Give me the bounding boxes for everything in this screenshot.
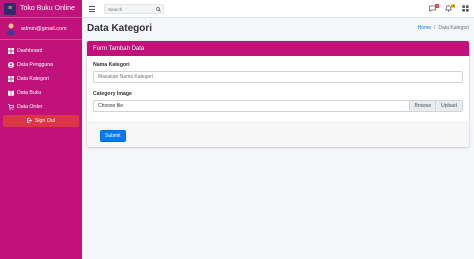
search-icon[interactable] xyxy=(154,5,162,13)
user-panel[interactable]: admin@gmail.com xyxy=(0,18,82,40)
submit-button[interactable]: Submit xyxy=(100,130,126,142)
card-title: Form Tambah Data xyxy=(87,41,469,56)
image-label: Category Image xyxy=(93,91,132,97)
sidebar-item-data-pengguna[interactable]: Data Pengguna xyxy=(0,58,82,72)
upload-button[interactable]: Upload xyxy=(435,101,462,111)
breadcrumb-home-link[interactable]: Home xyxy=(418,25,431,31)
messages-button[interactable]: 3 xyxy=(429,4,439,14)
search-input[interactable] xyxy=(105,5,153,13)
sidebar-item-label: Data Kategori xyxy=(17,76,49,82)
hamburger-menu-icon[interactable] xyxy=(89,6,95,12)
sign-out-icon xyxy=(26,117,35,125)
breadcrumb-current: Data Kategori xyxy=(438,25,469,31)
book-icon xyxy=(7,90,14,97)
image-group: Category Image Choose file Browse Upload xyxy=(93,91,463,112)
form-card: Form Tambah Data Nama Kategori Category … xyxy=(87,41,469,147)
content-header: Data Kategori Home / Data Kategori xyxy=(82,18,474,40)
sidebar-nav: Dashboard Data Pengguna Data Kategori Da… xyxy=(0,40,82,127)
sidebar-item-data-buku[interactable]: Data Buku xyxy=(0,86,82,100)
sidebar-item-dashboard[interactable]: Dashboard xyxy=(0,44,82,58)
sidebar-item-label: Data Order xyxy=(17,104,43,110)
page-title: Data Kategori xyxy=(87,23,153,34)
table-grid-icon xyxy=(7,76,14,83)
sign-out-label: Sign Out xyxy=(34,118,56,124)
book-stack-logo: ≡ xyxy=(4,2,16,15)
browse-button[interactable]: Browse xyxy=(409,101,436,111)
card-body: Nama Kategori Category Image Choose file… xyxy=(87,56,469,112)
card-footer: Submit xyxy=(87,122,469,147)
breadcrumb: Home / Data Kategori xyxy=(418,25,469,31)
notifications-badge: 15 xyxy=(450,4,455,8)
file-input[interactable]: Choose file Browse Upload xyxy=(93,100,463,112)
sidebar-item-label: Data Buku xyxy=(17,90,42,96)
control-sidebar-button[interactable] xyxy=(462,4,472,14)
user-circle-icon xyxy=(7,62,14,69)
sidebar-item-data-kategori[interactable]: Data Kategori xyxy=(0,72,82,86)
user-name: admin@gmail.com xyxy=(21,25,67,32)
sidebar-item-data-order[interactable]: Data Order xyxy=(0,100,82,114)
top-navbar: 3 15 xyxy=(82,0,474,18)
kategori-label: Nama Kategori xyxy=(93,62,130,68)
notifications-button[interactable]: 15 xyxy=(445,4,455,14)
sign-out-button[interactable]: Sign Out xyxy=(3,115,79,127)
brand-title: Toko Buku Online xyxy=(20,5,75,12)
search-box xyxy=(104,4,164,14)
sidebar-item-label: Dashboard xyxy=(17,48,43,54)
messages-badge: 3 xyxy=(435,4,439,8)
breadcrumb-separator: / xyxy=(434,25,436,31)
sidebar-item-label: Data Pengguna xyxy=(17,62,54,68)
brand[interactable]: ≡ Toko Buku Online xyxy=(0,0,82,18)
kategori-input[interactable] xyxy=(93,71,463,83)
grid-icon xyxy=(462,5,469,12)
person-avatar-icon xyxy=(6,23,16,35)
sidebar: ≡ Toko Buku Online admin@gmail.com Dashb… xyxy=(0,0,82,259)
table-grid-icon xyxy=(7,48,14,55)
kategori-group: Nama Kategori xyxy=(93,62,463,83)
file-input-text: Choose file xyxy=(98,103,124,109)
cart-icon xyxy=(7,104,14,111)
